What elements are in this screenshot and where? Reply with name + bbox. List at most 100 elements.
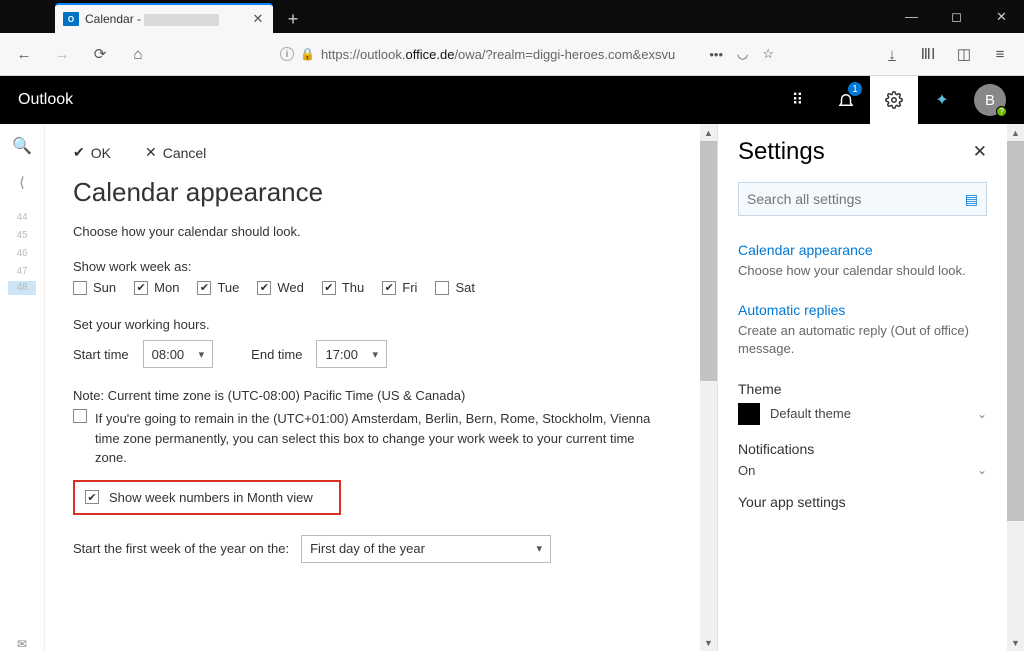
day-checkbox[interactable]: ✔	[322, 281, 336, 295]
main-scrollbar[interactable]: ▲ ▼	[700, 124, 717, 651]
info-icon[interactable]: i	[280, 47, 294, 61]
settings-search[interactable]: ▤	[738, 182, 987, 216]
page-actions-icon[interactable]: •••	[709, 47, 723, 62]
chevron-down-icon: ⌄	[977, 407, 987, 421]
scrollbar-thumb[interactable]	[700, 141, 717, 381]
tab-title: Calendar -	[85, 12, 245, 26]
url-bar[interactable]: i 🔒 https://outlook.office.de/owa/?realm…	[272, 39, 782, 69]
settings-gear-icon[interactable]	[870, 76, 918, 124]
day-checkbox[interactable]: ✔	[197, 281, 211, 295]
first-week-select[interactable]: First day of the year	[301, 535, 551, 563]
theme-swatch	[738, 403, 760, 425]
scroll-down-icon[interactable]: ▼	[700, 634, 717, 651]
cancel-button[interactable]: ✕Cancel	[145, 144, 206, 161]
close-window-button[interactable]: ✕	[979, 0, 1024, 33]
close-tab-icon[interactable]: ✕	[251, 11, 265, 27]
search-icon[interactable]: 🔍	[12, 136, 32, 156]
work-week-label: Show work week as:	[73, 259, 672, 274]
close-icon: ✕	[145, 144, 157, 161]
timezone-hint: If you're going to remain in the (UTC+01…	[95, 409, 655, 468]
day-thu: ✔ Thu	[322, 280, 364, 295]
week-numbers-label: Show week numbers in Month view	[109, 490, 313, 505]
start-time-select[interactable]: 08:00	[143, 340, 214, 368]
scroll-down-icon[interactable]: ▼	[1007, 634, 1024, 651]
ok-button[interactable]: ✔OK	[73, 144, 111, 161]
settings-panel: Settings ✕ ▤ Calendar appearance Choose h…	[717, 124, 1007, 651]
page-subtitle: Choose how your calendar should look.	[73, 224, 672, 239]
end-time-select[interactable]: 17:00	[316, 340, 387, 368]
browser-titlebar: O Calendar - ✕ + — ◻ ✕	[0, 0, 1024, 33]
app-launcher-icon[interactable]: ⠿	[774, 76, 822, 124]
day-label: Thu	[342, 280, 364, 295]
back-button[interactable]: ←	[10, 40, 38, 68]
help-icon[interactable]: ✦	[918, 76, 966, 124]
settings-link[interactable]: Automatic replies	[738, 302, 845, 318]
menu-icon[interactable]: ≡	[986, 40, 1014, 68]
home-button[interactable]: ⌂	[124, 40, 152, 68]
new-tab-button[interactable]: +	[279, 5, 307, 33]
working-hours-label: Set your working hours.	[73, 317, 672, 332]
scrollbar-thumb[interactable]	[1007, 141, 1024, 521]
downloads-icon[interactable]: ↓	[878, 40, 906, 68]
collapse-left-icon[interactable]: ⟨	[19, 174, 24, 191]
theme-selector[interactable]: Default theme ⌄	[738, 403, 987, 425]
highlighted-option: ✔ Show week numbers in Month view	[73, 480, 341, 515]
scroll-up-icon[interactable]: ▲	[1007, 124, 1024, 141]
day-label: Tue	[217, 280, 239, 295]
app-title: Outlook	[18, 91, 73, 109]
settings-link[interactable]: Calendar appearance	[738, 242, 873, 258]
minimize-button[interactable]: —	[889, 0, 934, 33]
mail-icon[interactable]: ✉	[17, 637, 27, 651]
settings-search-input[interactable]	[747, 191, 965, 207]
day-checkbox[interactable]	[73, 281, 87, 295]
settings-link-desc: Create an automatic reply (Out of office…	[738, 322, 987, 358]
reload-button[interactable]: ⟳	[86, 40, 114, 68]
work-week-days: Sun ✔ Mon ✔ Tue ✔ Wed ✔ Thu ✔ Fri Sat	[73, 280, 672, 295]
presence-indicator: ?	[996, 106, 1007, 117]
day-checkbox[interactable]: ✔	[382, 281, 396, 295]
close-settings-icon[interactable]: ✕	[973, 142, 987, 162]
avatar[interactable]: B ?	[974, 84, 1006, 116]
week-numbers-checkbox[interactable]: ✔	[85, 490, 99, 504]
day-checkbox[interactable]	[435, 281, 449, 295]
avatar-initial: B	[985, 92, 995, 109]
day-label: Fri	[402, 280, 417, 295]
day-tue: ✔ Tue	[197, 280, 239, 295]
notifications-icon[interactable]: 1	[822, 76, 870, 124]
main-content: ✔OK ✕Cancel Calendar appearance Choose h…	[45, 124, 700, 651]
window-controls: — ◻ ✕	[889, 0, 1024, 33]
day-sun: Sun	[73, 280, 116, 295]
timezone-checkbox[interactable]	[73, 409, 87, 423]
chevron-down-icon: ⌄	[977, 463, 987, 477]
app-container: Outlook ⠿ 1 ✦ B ? 🔍 ⟨ 44 45 46	[0, 76, 1024, 651]
sidebar-toggle-icon[interactable]: ◫	[950, 40, 978, 68]
day-checkbox[interactable]: ✔	[134, 281, 148, 295]
left-rail: 🔍 ⟨ 44 45 46 47 48 ✉	[0, 124, 45, 651]
settings-title: Settings	[738, 138, 825, 166]
app-settings-label: Your app settings	[738, 494, 987, 510]
library-icon[interactable]: ⅢⅠ	[914, 40, 942, 68]
theme-label: Theme	[738, 381, 987, 397]
day-wed: ✔ Wed	[257, 280, 304, 295]
day-checkbox[interactable]: ✔	[257, 281, 271, 295]
day-label: Mon	[154, 280, 179, 295]
search-icon[interactable]: ▤	[965, 191, 978, 208]
end-time-label: End time	[251, 347, 302, 362]
settings-link-desc: Choose how your calendar should look.	[738, 262, 987, 280]
scroll-up-icon[interactable]: ▲	[700, 124, 717, 141]
day-label: Wed	[277, 280, 304, 295]
notifications-value: On	[738, 463, 755, 478]
pocket-icon[interactable]: ◡	[737, 46, 748, 62]
notifications-selector[interactable]: On ⌄	[738, 463, 987, 478]
page-title: Calendar appearance	[73, 177, 672, 208]
panel-scrollbar[interactable]: ▲ ▼	[1007, 124, 1024, 651]
bookmark-icon[interactable]: ☆	[762, 46, 774, 62]
forward-button[interactable]: →	[48, 40, 76, 68]
start-time-label: Start time	[73, 347, 129, 362]
browser-tab[interactable]: O Calendar - ✕	[55, 3, 273, 33]
timezone-note: Note: Current time zone is (UTC-08:00) P…	[73, 388, 672, 403]
check-icon: ✔	[73, 144, 85, 161]
day-label: Sat	[455, 280, 475, 295]
maximize-button[interactable]: ◻	[934, 0, 979, 33]
day-label: Sun	[93, 280, 116, 295]
